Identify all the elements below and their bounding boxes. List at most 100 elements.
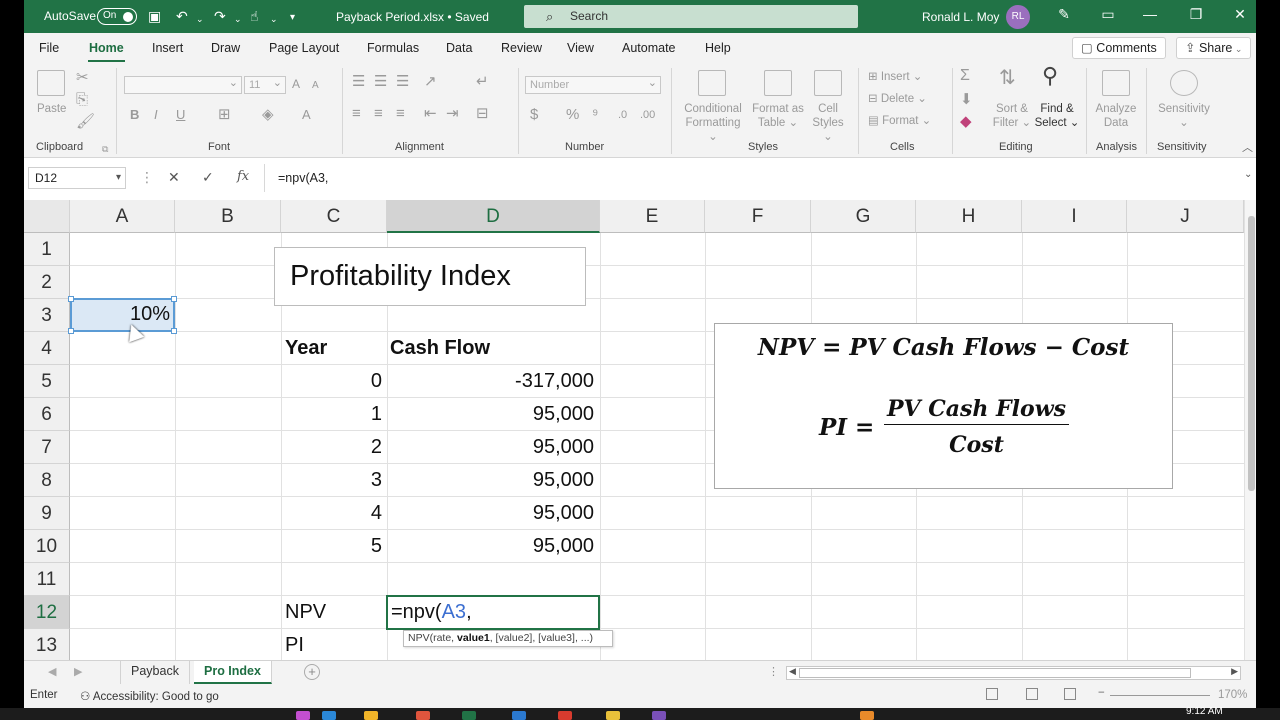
row-header-6[interactable]: 6 bbox=[24, 398, 70, 431]
enter-icon[interactable]: ✓ bbox=[202, 169, 214, 186]
cut-icon[interactable]: ✂ bbox=[76, 70, 89, 86]
pi-label[interactable]: PI bbox=[285, 629, 304, 660]
column-header-a[interactable]: A bbox=[70, 200, 175, 233]
select-all-corner[interactable] bbox=[24, 200, 70, 233]
row-header-4[interactable]: 4 bbox=[24, 332, 70, 365]
italic-icon[interactable]: I bbox=[154, 107, 158, 123]
cancel-icon[interactable]: ✕ bbox=[168, 169, 180, 186]
row-header-7[interactable]: 7 bbox=[24, 431, 70, 464]
zoom-level[interactable]: 170% bbox=[1218, 689, 1247, 701]
row-header-9[interactable]: 9 bbox=[24, 497, 70, 530]
tab-insert[interactable]: Insert bbox=[152, 41, 183, 55]
clock[interactable]: 9:12 AM bbox=[1186, 706, 1223, 717]
undo-dropdown-icon[interactable]: ⌄ bbox=[196, 11, 204, 27]
tab-automate[interactable]: Automate bbox=[622, 41, 676, 55]
year-cell[interactable]: 2 bbox=[281, 431, 382, 464]
fill-icon[interactable]: ⬇ bbox=[960, 92, 973, 108]
horizontal-scrollbar[interactable]: ◀ ▶ bbox=[786, 666, 1241, 680]
app-icon[interactable] bbox=[322, 711, 336, 720]
tab-review[interactable]: Review bbox=[501, 41, 542, 55]
more-options-icon[interactable]: ⋮ bbox=[768, 665, 779, 678]
sheet-tab-pro-index[interactable]: Pro Index bbox=[194, 661, 272, 684]
minimize-icon[interactable]: — bbox=[1140, 6, 1160, 22]
save-icon[interactable]: ▣ bbox=[148, 8, 161, 24]
column-header-c[interactable]: C bbox=[281, 200, 387, 233]
page-break-view-icon[interactable] bbox=[1064, 688, 1076, 700]
spreadsheet-grid[interactable]: A B C D E F G H I J 1 2 3 4 5 6 7 8 9 10… bbox=[24, 200, 1256, 660]
row-header-2[interactable]: 2 bbox=[24, 266, 70, 299]
bold-icon[interactable]: B bbox=[130, 107, 139, 123]
currency-icon[interactable]: $ bbox=[530, 107, 538, 123]
restore-icon[interactable]: ❐ bbox=[1186, 6, 1206, 23]
formula-image[interactable]: NPV = PV Cash Flows − Cost PI = PV Cash … bbox=[714, 323, 1173, 489]
formula-input[interactable]: =npv(A3, bbox=[278, 171, 328, 185]
cell-styles-button[interactable]: Cell Styles ⌄ bbox=[806, 102, 850, 144]
sensitivity-icon[interactable] bbox=[1170, 70, 1198, 96]
cell-d12-editor[interactable]: =npv(A3, bbox=[386, 595, 600, 630]
zoom-slider[interactable] bbox=[1110, 695, 1210, 696]
conditional-formatting-button[interactable]: Conditional Formatting ⌄ bbox=[680, 102, 746, 144]
row-header-12[interactable]: 12 bbox=[24, 596, 70, 629]
cash-flow-cell[interactable]: 95,000 bbox=[387, 497, 594, 530]
share-button[interactable]: ⇪ Share ⌄ bbox=[1176, 37, 1252, 59]
page-layout-view-icon[interactable] bbox=[1026, 688, 1038, 700]
column-header-d[interactable]: D bbox=[387, 200, 600, 233]
excel-icon[interactable] bbox=[462, 711, 476, 720]
next-sheet-icon[interactable]: ▶ bbox=[74, 665, 82, 678]
find-select-icon[interactable]: ⚲ bbox=[1042, 65, 1058, 87]
touch-dropdown-icon[interactable]: ⌄ bbox=[270, 11, 278, 27]
year-cell[interactable]: 1 bbox=[281, 398, 382, 431]
format-cells-button[interactable]: ▤ Format ⌄ bbox=[868, 114, 931, 128]
comma-style-icon[interactable]: ⁹ bbox=[592, 107, 598, 123]
prev-sheet-icon[interactable]: ◀ bbox=[48, 665, 56, 678]
cash-flow-cell[interactable]: 95,000 bbox=[387, 398, 594, 431]
comments-button[interactable]: ▢ Comments bbox=[1072, 37, 1166, 59]
format-as-table-button[interactable]: Format as Table ⌄ bbox=[748, 102, 808, 130]
number-format-combo[interactable]: Number bbox=[525, 75, 661, 94]
year-cell[interactable]: 5 bbox=[281, 530, 382, 563]
align-center-icon[interactable]: ≡ bbox=[374, 106, 383, 122]
name-box[interactable]: D12 bbox=[28, 167, 126, 189]
scroll-right-icon[interactable]: ▶ bbox=[1231, 666, 1238, 677]
tab-file[interactable]: File bbox=[39, 41, 59, 55]
copy-icon[interactable]: ⎘ bbox=[76, 92, 88, 108]
format-painter-icon[interactable]: 🖌 bbox=[76, 114, 95, 130]
redo-dropdown-icon[interactable]: ⌄ bbox=[234, 11, 242, 27]
cell-styles-icon[interactable] bbox=[814, 70, 842, 96]
analyze-data-icon[interactable] bbox=[1102, 70, 1130, 96]
column-header-f[interactable]: F bbox=[705, 200, 811, 233]
increase-decimal-icon[interactable]: .0 bbox=[618, 107, 627, 123]
title-text-box[interactable]: Profitability Index bbox=[274, 247, 586, 306]
insert-cells-button[interactable]: ⊞ Insert ⌄ bbox=[868, 70, 922, 84]
column-header-b[interactable]: B bbox=[175, 200, 281, 233]
column-header-i[interactable]: I bbox=[1022, 200, 1127, 233]
underline-icon[interactable]: U bbox=[176, 107, 185, 123]
pen-icon[interactable]: ✎ bbox=[1054, 6, 1074, 23]
column-header-g[interactable]: G bbox=[811, 200, 916, 233]
sensitivity-button[interactable]: Sensitivity ⌄ bbox=[1154, 102, 1214, 130]
cash-flow-cell[interactable]: 95,000 bbox=[387, 431, 594, 464]
collapse-ribbon-icon[interactable]: ︿ bbox=[1242, 140, 1253, 156]
customize-toolbar-icon[interactable]: ▾ bbox=[290, 10, 295, 26]
increase-indent-icon[interactable]: ⇥ bbox=[446, 106, 459, 122]
selection-handle[interactable] bbox=[68, 328, 74, 334]
decrease-decimal-icon[interactable]: .00 bbox=[640, 107, 655, 123]
function-tooltip[interactable]: NPV(rate, value1, [value2], [value3], ..… bbox=[403, 630, 613, 647]
cash-flow-header[interactable]: Cash Flow bbox=[390, 332, 490, 365]
row-header-3[interactable]: 3 bbox=[24, 299, 70, 332]
year-cell[interactable]: 0 bbox=[281, 365, 382, 398]
search-box[interactable]: ⌕ Search bbox=[524, 5, 858, 28]
year-cell[interactable]: 3 bbox=[281, 464, 382, 497]
paste-label[interactable]: Paste bbox=[37, 102, 66, 116]
row-header-5[interactable]: 5 bbox=[24, 365, 70, 398]
touch-mode-icon[interactable]: ☝ bbox=[250, 8, 259, 24]
delete-cells-button[interactable]: ⊟ Delete ⌄ bbox=[868, 92, 927, 106]
add-sheet-icon[interactable]: + bbox=[304, 664, 320, 680]
tab-data[interactable]: Data bbox=[446, 41, 472, 55]
sort-filter-button[interactable]: Sort & Filter ⌄ bbox=[990, 102, 1034, 130]
font-color-icon[interactable]: A bbox=[302, 107, 311, 123]
analyze-data-button[interactable]: Analyze Data bbox=[1092, 102, 1140, 130]
shrink-font-icon[interactable]: A bbox=[312, 78, 319, 94]
cell-a3[interactable]: 10% bbox=[72, 298, 170, 331]
paste-icon[interactable] bbox=[37, 70, 65, 96]
